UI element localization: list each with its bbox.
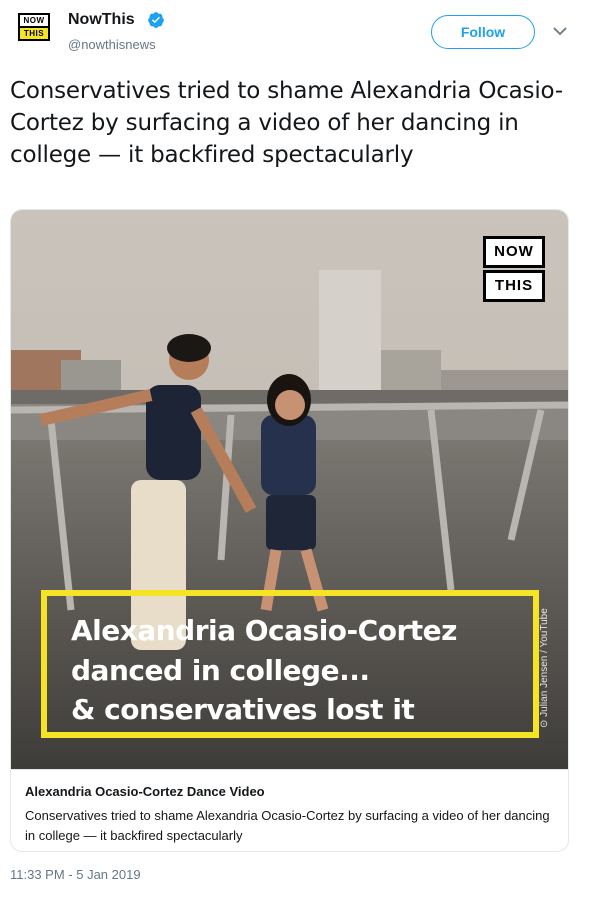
caption-line-2: danced in college...: [71, 654, 370, 687]
card-description: Conservatives tried to shame Alexandria …: [25, 808, 550, 843]
video-logo-bottom: THIS: [483, 270, 545, 302]
chevron-down-icon[interactable]: [553, 26, 567, 36]
tweet-text: Conservatives tried to shame Alexandria …: [10, 78, 563, 168]
author-name[interactable]: NowThis: [68, 11, 135, 29]
tweet-timestamp[interactable]: 11:33 PM - 5 Jan 2019: [10, 867, 141, 882]
tweet-header: NOW THIS NowThis @nowthisnews Follow: [0, 0, 589, 70]
video-caption-box: Alexandria Ocasio-Cortez danced in colle…: [41, 590, 539, 738]
verified-badge-icon: [148, 12, 164, 28]
avatar-logo-bottom: THIS: [18, 26, 50, 41]
follow-button[interactable]: Follow: [431, 15, 535, 49]
copyright-icon: ⊙: [539, 716, 550, 728]
author-handle[interactable]: @nowthisnews: [68, 37, 156, 52]
link-card[interactable]: NOW THIS Alexandria Ocasio-Cortez danced…: [10, 209, 569, 852]
video-credit: ⊙ Julian Jensen / YouTube: [539, 608, 550, 728]
nowthis-avatar[interactable]: NOW THIS: [18, 13, 52, 47]
caption-line-3: & conservatives lost it: [71, 693, 415, 726]
card-meta[interactable]: Alexandria Ocasio-Cortez Dance Video Con…: [11, 769, 568, 851]
caption-line-1: Alexandria Ocasio-Cortez: [71, 614, 457, 647]
nowthis-video-logo: NOW THIS: [483, 236, 545, 302]
credit-text: Julian Jensen / YouTube: [539, 608, 550, 717]
card-image[interactable]: NOW THIS Alexandria Ocasio-Cortez danced…: [11, 210, 568, 769]
card-title[interactable]: Alexandria Ocasio-Cortez Dance Video: [25, 784, 265, 799]
video-logo-top: NOW: [483, 236, 545, 268]
